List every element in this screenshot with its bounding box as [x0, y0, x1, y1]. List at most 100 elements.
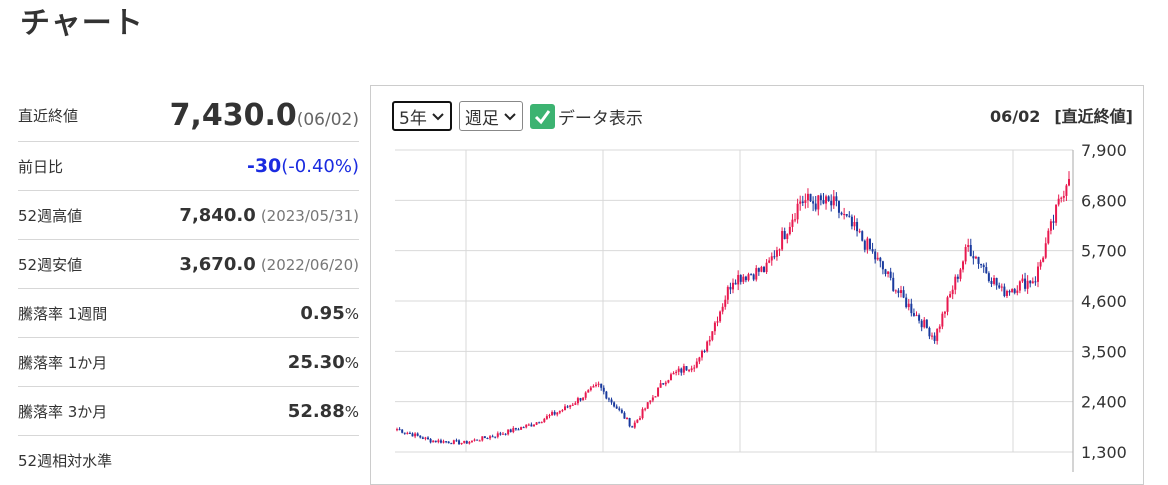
candle-body: [897, 290, 900, 293]
stat-value: 7,840.0 (2023/05/31): [179, 205, 359, 226]
candle-body: [954, 276, 957, 290]
candle-body: [432, 440, 435, 443]
candle-body: [659, 383, 662, 388]
candle-body: [703, 350, 706, 352]
stat-row-prev-day: 前日比 -30(-0.40%): [18, 142, 359, 191]
stat-label: 騰落率 1か月: [18, 353, 108, 372]
candle-body: [925, 319, 928, 328]
stat-row-chg1w: 騰落率 1週間 0.95%: [18, 289, 359, 338]
candle-body: [871, 249, 874, 252]
candle-body: [830, 200, 833, 206]
low52-date: (2022/06/20): [260, 255, 359, 274]
candle-body: [726, 286, 729, 300]
candle-body: [465, 440, 468, 444]
candle-body: [514, 428, 517, 430]
candle-body: [538, 422, 541, 424]
y-tick-label: 3,500: [1081, 342, 1127, 361]
candle-body: [574, 403, 577, 405]
candle-body: [734, 282, 737, 285]
candle-body: [887, 271, 890, 274]
chg1w-value: 0.95: [300, 302, 345, 324]
candle-body: [398, 429, 401, 431]
candle-body: [861, 231, 864, 241]
candle-body: [941, 313, 944, 327]
candle-body: [478, 440, 481, 442]
candle-body: [905, 297, 908, 308]
prev-day-pct: (-0.40%): [281, 156, 359, 177]
candle-body: [685, 366, 688, 371]
candle-body: [708, 339, 711, 342]
candle-body: [677, 368, 680, 372]
candle-body: [964, 247, 967, 262]
candle-body: [1049, 221, 1052, 231]
candle-body: [470, 440, 473, 442]
candle-body: [532, 424, 535, 427]
candle-body: [868, 238, 871, 250]
candle-body: [437, 440, 440, 443]
candle-body: [447, 441, 450, 444]
candle-body: [553, 412, 556, 415]
candle-body: [615, 406, 618, 409]
candle-body: [848, 215, 851, 217]
candle-body: [931, 335, 934, 337]
stat-label: 52週安値: [18, 255, 83, 274]
candle-body: [641, 409, 644, 419]
candle-body: [874, 251, 877, 260]
candle-body: [628, 418, 631, 427]
candle-body: [706, 341, 709, 352]
candle-body: [850, 216, 853, 227]
candle-body: [396, 429, 398, 431]
candle-body: [729, 286, 732, 290]
candle-body: [972, 256, 975, 259]
page-title: チャート: [20, 6, 144, 41]
stat-row-rel52: 52週相対水準: [18, 436, 359, 485]
candle-body: [649, 400, 652, 403]
candle-body: [450, 443, 453, 445]
candle-body: [969, 245, 972, 257]
candle-body: [452, 440, 455, 444]
candle-body: [597, 383, 600, 385]
candle-body: [1044, 243, 1047, 258]
candle-body: [835, 196, 838, 202]
candle-body: [1060, 197, 1063, 199]
stat-label: 前日比: [18, 157, 64, 176]
candle-body: [610, 399, 613, 403]
candle-body: [579, 398, 582, 401]
candle-body: [884, 269, 887, 274]
candle-body: [638, 418, 641, 420]
candle-body: [804, 200, 807, 203]
candle-body: [747, 274, 750, 281]
stat-label: 騰落率 3か月: [18, 402, 108, 421]
candle-body: [496, 433, 499, 437]
candle-body: [1026, 280, 1029, 289]
candle-body: [760, 266, 763, 272]
candle-body: [414, 433, 417, 437]
candle-body: [507, 429, 510, 435]
candle-body: [794, 219, 797, 221]
pct-unit: %: [344, 353, 359, 372]
candle-body: [644, 408, 647, 410]
candle-body: [951, 289, 954, 295]
candle-body: [985, 267, 988, 274]
candle-body: [672, 372, 675, 375]
candle-body: [881, 261, 884, 270]
candle-body: [700, 350, 703, 358]
candle-body: [421, 437, 424, 439]
candle-body: [755, 268, 758, 280]
candle-body: [987, 273, 990, 281]
candle-body: [993, 277, 996, 284]
candle-body: [912, 313, 915, 316]
candle-body: [582, 397, 585, 401]
candle-body: [489, 436, 492, 439]
candle-body: [501, 433, 504, 435]
candle-body: [967, 245, 970, 248]
candle-body: [646, 402, 649, 409]
stat-label: 52週相対水準: [18, 452, 113, 470]
candle-body: [982, 265, 985, 268]
pct-unit: %: [344, 304, 359, 323]
candle-body: [737, 274, 740, 285]
candle-body: [543, 418, 546, 423]
candle-body: [837, 201, 840, 213]
candle-body: [558, 411, 561, 413]
candle-body: [799, 201, 802, 204]
